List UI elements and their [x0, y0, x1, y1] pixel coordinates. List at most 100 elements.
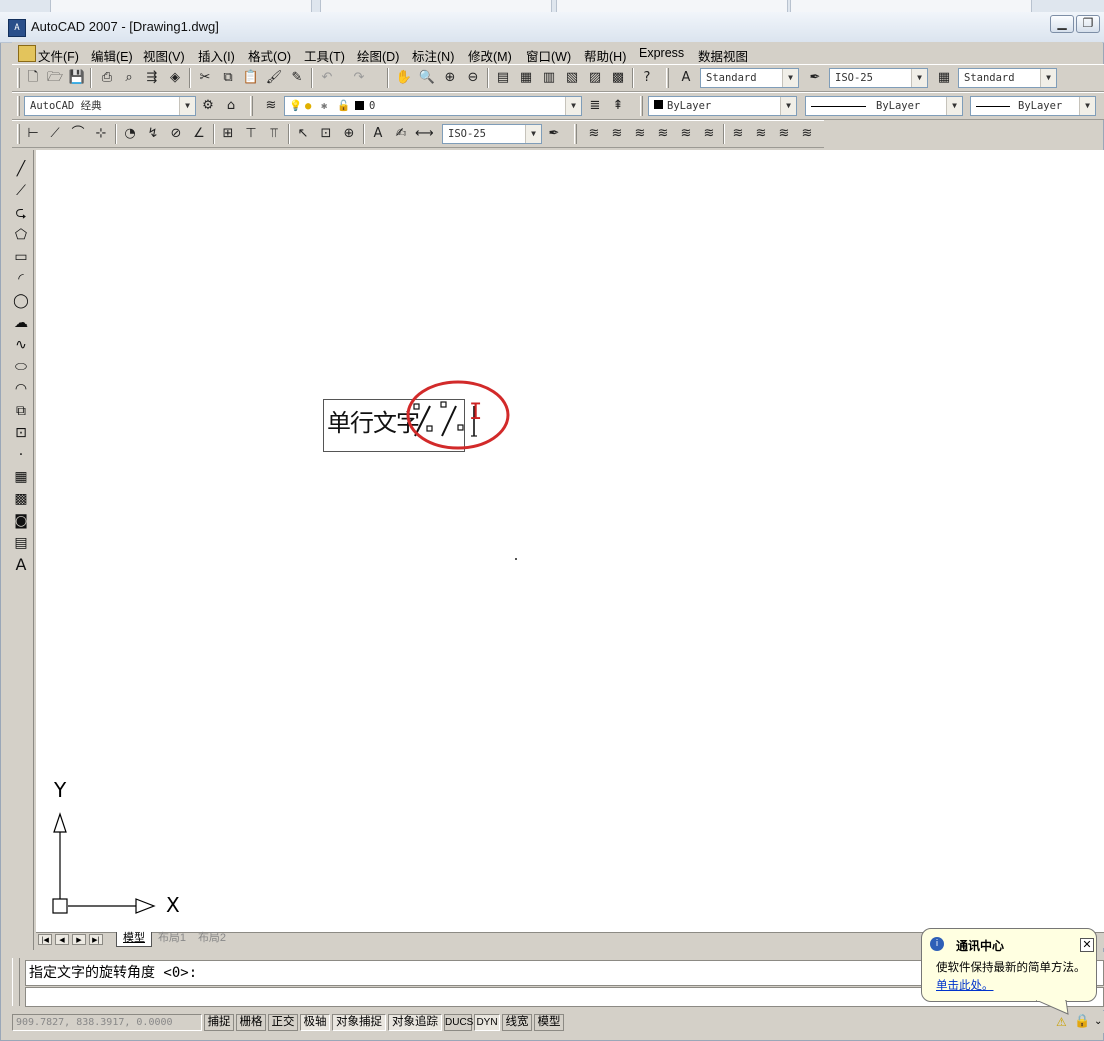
menu-format[interactable]: 格式(O)	[248, 46, 291, 65]
undo-icon[interactable]: ↶	[318, 69, 336, 87]
layer-tool-5-icon[interactable]: ≋	[677, 125, 695, 143]
layer-tool-10-icon[interactable]: ≋	[798, 125, 816, 143]
layer-tool-4-icon[interactable]: ≋	[654, 125, 672, 143]
ellipse-arc-icon[interactable]: ◠	[12, 380, 30, 398]
redo-icon[interactable]: ↷	[350, 69, 368, 87]
layer-tool-2-icon[interactable]: ≋	[608, 125, 626, 143]
angular-icon[interactable]: ∠	[190, 125, 208, 143]
revision-cloud-icon[interactable]: ☁	[12, 314, 30, 332]
radius-icon[interactable]: ◔	[121, 125, 139, 143]
layer-tool-8-icon[interactable]: ≋	[752, 125, 770, 143]
continue-icon[interactable]: ⫪	[265, 125, 283, 143]
leader-icon[interactable]: ↖	[294, 125, 312, 143]
dimension-style-icon[interactable]: ✒	[545, 125, 563, 143]
menu-draw[interactable]: 绘图(D)	[357, 46, 399, 65]
publish-icon[interactable]: ⇶	[143, 69, 161, 87]
pan-icon[interactable]: ✋	[395, 69, 413, 87]
tool-palettes-icon[interactable]: ▥	[540, 69, 558, 87]
quick-dimension-icon[interactable]: ⊞	[219, 125, 237, 143]
multiline-text-icon[interactable]: A	[12, 556, 30, 574]
properties-icon[interactable]: ▤	[494, 69, 512, 87]
center-mark-icon[interactable]: ⊕	[340, 125, 358, 143]
workspace-select[interactable]: AutoCAD 经典 ▼	[24, 96, 196, 116]
first-tab-icon[interactable]: |◀	[38, 934, 52, 945]
menu-dimension[interactable]: 标注(N)	[412, 46, 454, 65]
aligned-dimension-icon[interactable]: ⟋	[46, 125, 64, 143]
match-properties-icon[interactable]: 🖌	[265, 69, 283, 87]
toolbar-grip[interactable]	[17, 96, 20, 116]
lineweight-button[interactable]: 线宽	[502, 1014, 532, 1031]
polar-button[interactable]: 极轴	[300, 1014, 330, 1031]
polyline-icon[interactable]: ⮎	[12, 204, 30, 222]
menu-file[interactable]: 文件(F)	[38, 46, 79, 65]
paste-icon[interactable]: 📋	[242, 69, 260, 87]
warning-icon[interactable]: ⚠	[1056, 1015, 1067, 1029]
dim-update-icon[interactable]: ⟷	[415, 125, 434, 143]
dyn-button[interactable]: DYN	[474, 1014, 500, 1031]
circle-icon[interactable]: ◯	[12, 292, 30, 310]
menu-view[interactable]: 视图(V)	[143, 46, 185, 65]
command-grip[interactable]	[12, 958, 20, 1006]
arc-icon[interactable]: ◜	[12, 270, 30, 288]
autocad-app-icon[interactable]: A	[8, 19, 26, 37]
menu-window[interactable]: 窗口(W)	[526, 46, 571, 65]
dim-style-control[interactable]: ISO-25 ▼	[442, 124, 542, 144]
menu-insert[interactable]: 插入(I)	[198, 46, 235, 65]
arc-length-icon[interactable]: ⌒	[69, 125, 87, 143]
toolbar-grip[interactable]	[250, 96, 253, 116]
table-style-icon[interactable]: ▦	[935, 69, 953, 87]
text-style-icon[interactable]: A	[677, 69, 695, 87]
ducs-button[interactable]: DUCS	[444, 1014, 473, 1031]
toolbar-grip[interactable]	[17, 124, 20, 144]
hatch-icon[interactable]: ▦	[12, 468, 30, 486]
lock-icon[interactable]: 🔒	[1074, 1014, 1090, 1029]
layer-tool-6-icon[interactable]: ≋	[700, 125, 718, 143]
osnap-button[interactable]: 对象捕捉	[332, 1014, 386, 1031]
minimize-button[interactable]: ▁	[1050, 15, 1074, 33]
menu-modify[interactable]: 修改(M)	[468, 46, 512, 65]
copy-icon[interactable]: ⧉	[219, 69, 237, 87]
close-icon[interactable]: ✕	[1080, 938, 1094, 952]
design-center-icon[interactable]: ▦	[517, 69, 535, 87]
cut-icon[interactable]: ✂	[196, 69, 214, 87]
grid-button[interactable]: 栅格	[236, 1014, 266, 1031]
ordinate-icon[interactable]: ⊹	[92, 125, 110, 143]
toolbar-grip[interactable]	[666, 68, 669, 88]
markup-icon[interactable]: ▨	[586, 69, 604, 87]
linear-dimension-icon[interactable]: ⊢	[24, 125, 42, 143]
prev-tab-icon[interactable]: ◀	[55, 934, 69, 945]
toolbar-grip[interactable]	[640, 96, 643, 116]
3d-dwf-icon[interactable]: ◈	[166, 69, 184, 87]
calculator-icon[interactable]: ▩	[609, 69, 627, 87]
workspace-settings-icon[interactable]: ⚙	[199, 97, 217, 115]
plot-icon[interactable]: ⎙	[98, 69, 116, 87]
snap-button[interactable]: 捕捉	[204, 1014, 234, 1031]
tab-layout1[interactable]: 布局1	[153, 932, 191, 946]
my-workspace-icon[interactable]: ⌂	[222, 97, 240, 115]
region-icon[interactable]: ◙	[12, 512, 30, 530]
next-tab-icon[interactable]: ▶	[72, 934, 86, 945]
layer-tool-3-icon[interactable]: ≋	[631, 125, 649, 143]
tolerance-icon[interactable]: ⊡	[317, 125, 335, 143]
construction-line-icon[interactable]: ⟋	[12, 182, 30, 200]
table-icon[interactable]: ▤	[12, 534, 30, 552]
text-style-select[interactable]: Standard ▼	[700, 68, 799, 88]
sheet-set-icon[interactable]: ▧	[563, 69, 581, 87]
polygon-icon[interactable]: ⬠	[12, 226, 30, 244]
line-icon[interactable]: ╱	[12, 160, 30, 178]
layer-tool-9-icon[interactable]: ≋	[775, 125, 793, 143]
toolbar-grip[interactable]	[17, 68, 20, 88]
drawing-area[interactable]	[36, 150, 1104, 932]
menu-data-view[interactable]: 数据视图	[698, 46, 748, 65]
gradient-icon[interactable]: ▩	[12, 490, 30, 508]
lineweight-select[interactable]: ByLayer ▼	[970, 96, 1096, 116]
jogged-icon[interactable]: ↯	[144, 125, 162, 143]
make-block-icon[interactable]: ⊡	[12, 424, 30, 442]
menu-express[interactable]: Express	[639, 46, 684, 60]
layer-select[interactable]: 💡 ● ✱ 🔓 0 ▼	[284, 96, 582, 116]
restore-button[interactable]: ❐	[1076, 15, 1100, 33]
open-file-icon[interactable]: 🗁	[46, 69, 64, 87]
menu-edit[interactable]: 编辑(E)	[91, 46, 133, 65]
diameter-icon[interactable]: ⊘	[167, 125, 185, 143]
layer-previous-icon[interactable]: ⇞	[609, 97, 627, 115]
